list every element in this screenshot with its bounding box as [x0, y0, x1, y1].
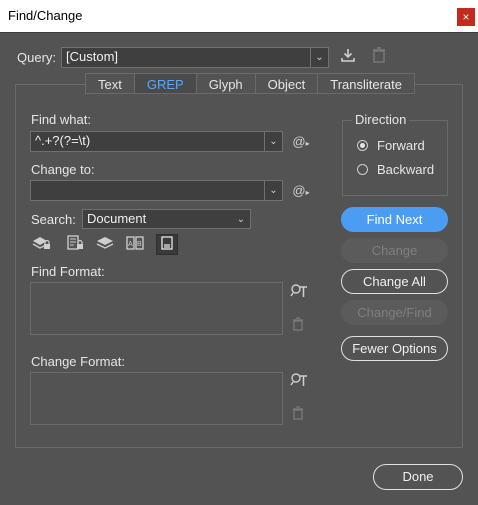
fewer-options-button[interactable]: Fewer Options — [341, 336, 448, 361]
include-hidden-layers-icon[interactable] — [94, 235, 116, 255]
include-locked-layers-icon[interactable] — [31, 235, 53, 255]
query-select[interactable]: [Custom] ⌄ — [61, 47, 329, 68]
find-next-button[interactable]: Find Next — [341, 207, 448, 232]
tab-grep[interactable]: GREP — [133, 73, 196, 94]
window-title: Find/Change — [8, 8, 83, 23]
find-format-box[interactable] — [30, 282, 283, 335]
chevron-down-icon[interactable]: ⌄ — [264, 132, 282, 151]
tab-bar: Text GREP Glyph Object Transliterate — [85, 73, 416, 94]
find-what-label: Find what: — [31, 112, 91, 127]
svg-text:B: B — [137, 241, 142, 248]
direction-group — [342, 120, 448, 196]
backward-label[interactable]: Backward — [377, 162, 434, 177]
search-value: Document — [87, 211, 147, 226]
close-button[interactable]: × — [457, 8, 475, 26]
find-change-dialog: Find/Change × Query: [Custom] ⌄ Text GRE… — [0, 0, 478, 505]
done-button[interactable]: Done — [373, 464, 463, 490]
special-characters-icon[interactable]: @▸ — [290, 132, 312, 152]
include-master-pages-icon[interactable]: AB — [124, 235, 146, 255]
change-format-label: Change Format: — [31, 354, 125, 369]
query-value: [Custom] — [66, 49, 119, 64]
change-button: Change — [341, 238, 448, 263]
include-footnotes-icon[interactable] — [156, 234, 178, 255]
direction-label: Direction — [352, 112, 410, 127]
chevron-down-icon: ⌄ — [236, 214, 246, 225]
forward-radio[interactable] — [357, 140, 368, 151]
specify-format-icon[interactable] — [288, 372, 310, 392]
backward-radio[interactable] — [357, 164, 368, 175]
specify-format-icon[interactable] — [288, 283, 310, 303]
tab-text[interactable]: Text — [85, 73, 134, 94]
change-find-button: Change/Find — [341, 300, 448, 325]
change-format-box[interactable] — [30, 372, 283, 425]
change-to-field[interactable]: ⌄ — [30, 180, 283, 201]
forward-label[interactable]: Forward — [377, 138, 425, 153]
chevron-down-icon: ⌄ — [310, 48, 328, 67]
tab-transliterate[interactable]: Transliterate — [317, 73, 416, 94]
include-locked-stories-icon[interactable] — [64, 235, 86, 255]
search-select[interactable]: Document ⌄ — [82, 209, 251, 229]
find-what-field[interactable]: ^.+?(?=\t) ⌄ — [30, 131, 283, 152]
change-all-button[interactable]: Change All — [341, 269, 448, 294]
find-what-value: ^.+?(?=\t) — [35, 133, 91, 148]
find-format-label: Find Format: — [31, 264, 105, 279]
trash-icon — [368, 47, 390, 67]
svg-text:A: A — [128, 241, 133, 248]
divider — [0, 32, 478, 33]
title-bar: Find/Change × — [0, 0, 478, 32]
save-query-icon[interactable] — [337, 47, 359, 67]
tab-glyph[interactable]: Glyph — [195, 73, 255, 94]
special-characters-icon[interactable]: @▸ — [290, 181, 312, 201]
tab-object[interactable]: Object — [254, 73, 318, 94]
search-label: Search: — [31, 212, 76, 227]
chevron-down-icon[interactable]: ⌄ — [264, 181, 282, 200]
query-label: Query: — [17, 50, 57, 65]
clear-format-trash-icon — [287, 405, 309, 425]
change-to-label: Change to: — [31, 162, 95, 177]
clear-format-trash-icon — [287, 316, 309, 336]
